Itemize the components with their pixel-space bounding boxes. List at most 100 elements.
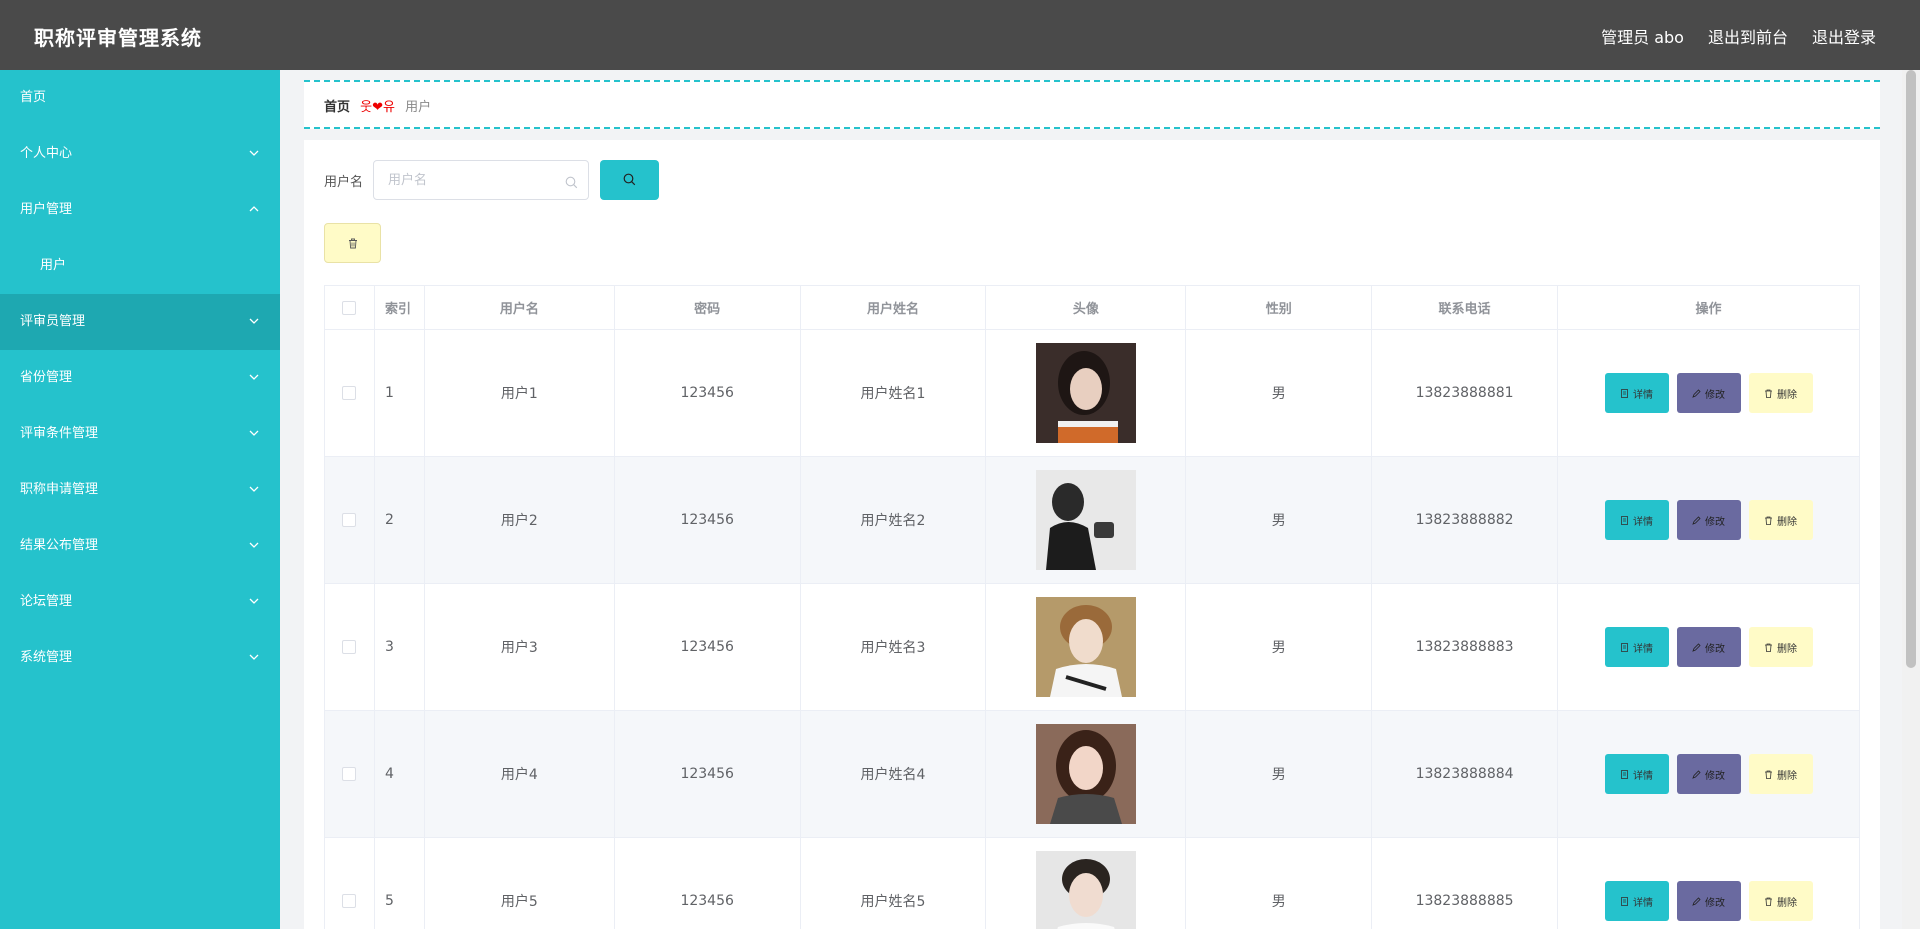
cell-index: 1 <box>373 329 425 457</box>
detail-label: 详情 <box>1633 389 1653 401</box>
row-select-cell <box>324 837 375 929</box>
cell-gender: 男 <box>1185 583 1373 711</box>
admin-user-label[interactable]: 管理员 abo <box>1601 24 1684 48</box>
detail-button[interactable]: 详情 <box>1604 754 1669 794</box>
sidebar-item-system-management[interactable]: 系统管理 <box>0 630 280 686</box>
edit-button[interactable]: 修改 <box>1676 500 1741 540</box>
trash-icon <box>1765 770 1772 779</box>
sidebar-item-home[interactable]: 首页 <box>0 70 280 126</box>
cell-gender: 男 <box>1185 456 1373 584</box>
sidebar: 首页 个人中心 用户管理 用户 评审员管理 省份管理 评审条件管理 职称申请管理… <box>0 70 280 929</box>
sidebar-item-results-management[interactable]: 结果公布管理 <box>0 518 280 574</box>
delete-button[interactable]: 删除 <box>1748 754 1813 794</box>
sidebar-item-users[interactable]: 用户 <box>0 238 280 294</box>
chevron-up-icon <box>248 182 260 238</box>
delete-button[interactable]: 删除 <box>1748 500 1813 540</box>
pencil-icon <box>1692 515 1701 525</box>
row-checkbox[interactable] <box>342 894 357 908</box>
cell-actions: 详情 修改 删除 <box>1557 329 1860 457</box>
document-icon <box>1621 769 1628 779</box>
page-scrollbar[interactable] <box>1902 70 1920 929</box>
detail-button[interactable]: 详情 <box>1604 373 1669 413</box>
edit-label: 修改 <box>1705 897 1725 909</box>
row-select-cell <box>324 583 375 711</box>
row-actions: 详情 修改 删除 <box>1558 881 1859 921</box>
row-actions: 详情 修改 删除 <box>1558 627 1859 667</box>
cell-phone: 13823888884 <box>1371 710 1559 838</box>
cell-avatar <box>985 837 1187 929</box>
search-button[interactable] <box>600 160 660 200</box>
sidebar-item-forum-management[interactable]: 论坛管理 <box>0 574 280 630</box>
column-header-password: 密码 <box>613 285 801 330</box>
breadcrumb-current: 用户 <box>405 100 432 115</box>
logout-link[interactable]: 退出登录 <box>1812 24 1876 48</box>
row-checkbox[interactable] <box>342 767 357 781</box>
sidebar-item-label: 用户 <box>40 258 67 273</box>
users-table: 索引 用户名 密码 用户姓名 头像 性别 联系电话 操作 1 用户1 12345… <box>324 285 1860 929</box>
sidebar-item-label: 首页 <box>20 90 47 105</box>
table-row: 2 用户2 123456 用户姓名2 男 13823888882 详情 修改 删… <box>324 456 1860 584</box>
column-header-gender: 性别 <box>1185 285 1373 330</box>
sidebar-item-label: 结果公布管理 <box>20 538 99 553</box>
sidebar-item-label: 系统管理 <box>20 650 73 665</box>
avatar-image <box>1035 470 1136 570</box>
search-form: 用户名 <box>324 160 660 200</box>
cell-password: 123456 <box>613 456 801 584</box>
edit-button[interactable]: 修改 <box>1676 881 1741 921</box>
select-all-checkbox[interactable] <box>342 300 357 315</box>
row-checkbox[interactable] <box>342 386 357 400</box>
pencil-icon <box>1692 388 1701 398</box>
delete-label: 删除 <box>1777 897 1797 909</box>
sidebar-item-reviewer-management[interactable]: 评审员管理 <box>0 294 280 350</box>
edit-button[interactable]: 修改 <box>1676 754 1741 794</box>
search-icon <box>565 174 578 193</box>
sidebar-item-label: 省份管理 <box>20 370 73 385</box>
avatar-image <box>1035 343 1136 443</box>
document-icon <box>1621 896 1628 906</box>
delete-label: 删除 <box>1777 516 1797 528</box>
sidebar-item-user-management[interactable]: 用户管理 <box>0 182 280 238</box>
detail-label: 详情 <box>1633 770 1653 782</box>
row-checkbox[interactable] <box>342 513 357 527</box>
cell-phone: 13823888885 <box>1371 837 1559 929</box>
delete-button[interactable]: 删除 <box>1748 627 1813 667</box>
chevron-down-icon <box>248 630 260 686</box>
chevron-down-icon <box>248 126 260 182</box>
delete-button[interactable]: 删除 <box>1748 373 1813 413</box>
edit-button[interactable]: 修改 <box>1676 627 1741 667</box>
sidebar-item-application-management[interactable]: 职称申请管理 <box>0 462 280 518</box>
detail-label: 详情 <box>1633 516 1653 528</box>
sidebar-item-personal-center[interactable]: 个人中心 <box>0 126 280 182</box>
detail-button[interactable]: 详情 <box>1604 881 1669 921</box>
chevron-down-icon <box>248 294 260 350</box>
detail-label: 详情 <box>1633 897 1653 909</box>
exit-to-front-link[interactable]: 退出到前台 <box>1708 24 1788 48</box>
avatar-image <box>1035 597 1136 697</box>
detail-button[interactable]: 详情 <box>1604 500 1669 540</box>
cell-index: 5 <box>373 837 425 929</box>
cell-name: 用户姓名3 <box>799 583 987 711</box>
document-icon <box>1621 388 1628 398</box>
cell-gender: 男 <box>1185 329 1373 457</box>
breadcrumb-home[interactable]: 首页 <box>324 100 350 115</box>
batch-delete-button[interactable] <box>324 223 381 263</box>
detail-button[interactable]: 详情 <box>1604 627 1669 667</box>
cell-actions: 详情 修改 删除 <box>1557 710 1860 838</box>
edit-label: 修改 <box>1705 770 1725 782</box>
cell-avatar <box>985 329 1187 457</box>
sidebar-item-label: 个人中心 <box>20 146 73 161</box>
search-input[interactable] <box>374 161 589 199</box>
chevron-down-icon <box>248 406 260 462</box>
column-header-username: 用户名 <box>423 285 615 330</box>
pencil-icon <box>1692 896 1701 906</box>
cell-username: 用户5 <box>423 837 615 929</box>
chevron-down-icon <box>248 518 260 574</box>
sidebar-item-province-management[interactable]: 省份管理 <box>0 350 280 406</box>
delete-button[interactable]: 删除 <box>1748 881 1813 921</box>
row-checkbox[interactable] <box>342 640 357 654</box>
scrollbar-thumb[interactable] <box>1906 70 1916 668</box>
sidebar-item-criteria-management[interactable]: 评审条件管理 <box>0 406 280 462</box>
delete-label: 删除 <box>1777 389 1797 401</box>
edit-button[interactable]: 修改 <box>1676 373 1741 413</box>
cell-actions: 详情 修改 删除 <box>1557 837 1860 929</box>
